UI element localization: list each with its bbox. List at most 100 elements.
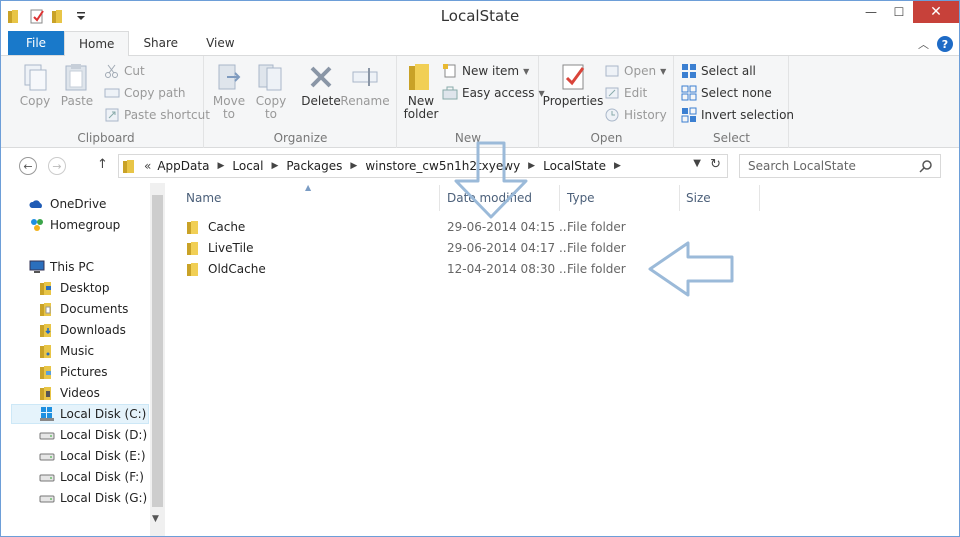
nav-item-pictures[interactable]: Pictures xyxy=(39,362,108,382)
nav-item-documents[interactable]: Documents xyxy=(39,299,128,319)
move-to-label: Move to xyxy=(212,94,246,121)
nav-label: Pictures xyxy=(60,365,108,379)
chevron-right-icon[interactable]: ▶ xyxy=(614,161,621,171)
copy-path-button[interactable]: Copy path xyxy=(104,83,186,103)
annotation-down-arrow-icon xyxy=(454,141,528,219)
file-type: File folder xyxy=(567,219,626,234)
search-box[interactable]: Search LocalState xyxy=(739,154,941,178)
search-input[interactable]: Search LocalState xyxy=(748,159,856,173)
nav-item-local-disk-f[interactable]: Local Disk (F:) xyxy=(39,467,144,487)
nav-scrollbar-thumb[interactable] xyxy=(152,195,163,507)
column-divider[interactable] xyxy=(679,185,680,211)
tab-home[interactable]: Home xyxy=(64,31,130,56)
delete-x-icon xyxy=(310,66,332,88)
copy-button[interactable]: Copy xyxy=(13,61,57,108)
maximize-button[interactable]: ☐ xyxy=(885,1,913,23)
this-pc-icon xyxy=(29,260,45,273)
minimize-button[interactable]: — xyxy=(857,1,885,23)
open-button[interactable]: Open ▼ xyxy=(604,61,666,81)
breadcrumb-overflow[interactable]: « xyxy=(144,159,151,173)
select-all-label: Select all xyxy=(701,64,756,78)
rename-icon xyxy=(352,68,378,86)
history-button[interactable]: History xyxy=(604,105,667,125)
forward-button[interactable]: → xyxy=(48,157,66,175)
help-icon[interactable]: ? xyxy=(937,36,953,52)
nav-item-videos[interactable]: Videos xyxy=(39,383,100,403)
tab-view[interactable]: View xyxy=(192,31,248,55)
move-to-button[interactable]: Move to xyxy=(207,61,251,121)
column-header-size[interactable]: Size xyxy=(686,191,711,205)
nav-item-this-pc[interactable]: This PC xyxy=(29,257,94,277)
nav-item-music[interactable]: Music xyxy=(39,341,94,361)
chevron-right-icon[interactable]: ▶ xyxy=(350,161,357,171)
nav-label: Local Disk (D:) xyxy=(60,428,148,442)
file-name-cell: LiveTile xyxy=(186,240,254,256)
chevron-right-icon[interactable]: ▶ xyxy=(271,161,278,171)
back-button[interactable]: ← xyxy=(19,157,37,175)
nav-label: Music xyxy=(60,344,95,358)
drive-icon xyxy=(39,432,55,440)
nav-label: Local Disk (E:) xyxy=(60,449,146,463)
new-item-button[interactable]: New item ▼ xyxy=(442,61,529,81)
column-header-name[interactable]: Name xyxy=(186,191,221,205)
select-all-button[interactable]: Select all xyxy=(681,61,756,81)
breadcrumb-local[interactable]: Local xyxy=(232,159,263,173)
select-none-button[interactable]: Select none xyxy=(681,83,772,103)
address-dropdown-icon[interactable]: ▼ xyxy=(693,158,701,169)
column-header-type[interactable]: Type xyxy=(567,191,595,205)
breadcrumb-localstate[interactable]: LocalState xyxy=(543,159,606,173)
folder-icon xyxy=(187,220,198,234)
dropdown-arrow-icon: ▼ xyxy=(660,66,667,76)
delete-button[interactable]: Delete xyxy=(299,61,343,108)
nav-item-onedrive[interactable]: OneDrive xyxy=(29,194,106,214)
tab-file[interactable]: File xyxy=(8,31,64,55)
open-group: Properties Open ▼ Edit History Open xyxy=(540,56,674,148)
nav-label: OneDrive xyxy=(50,197,107,211)
invert-selection-button[interactable]: Invert selection xyxy=(681,105,794,125)
cut-button[interactable]: Cut xyxy=(104,61,145,81)
nav-item-local-disk-c[interactable]: Local Disk (C:) xyxy=(11,404,149,424)
column-divider[interactable] xyxy=(759,185,760,211)
file-type: File folder xyxy=(567,261,626,276)
copy-to-button[interactable]: Copy to xyxy=(249,61,293,121)
nav-item-downloads[interactable]: Downloads xyxy=(39,320,126,340)
scissors-icon xyxy=(105,64,118,78)
paste-button[interactable]: Paste xyxy=(55,61,99,108)
up-arrow-icon: ↑ xyxy=(97,157,108,172)
file-name: OldCache xyxy=(208,261,266,276)
folder-icon xyxy=(40,366,51,379)
ribbon: Copy Paste Cut Copy path Paste shortcut … xyxy=(1,56,959,148)
chevron-up-icon[interactable]: ︿ xyxy=(918,36,929,52)
breadcrumb-appdata[interactable]: AppData xyxy=(157,159,209,173)
column-divider[interactable] xyxy=(559,185,560,211)
close-button[interactable]: ✕ xyxy=(913,1,959,23)
address-bar[interactable]: « AppData ▶ Local ▶ Packages ▶ winstore_… xyxy=(118,154,728,178)
nav-item-local-disk-e[interactable]: Local Disk (E:) xyxy=(39,446,146,466)
column-divider[interactable] xyxy=(439,185,440,211)
nav-item-local-disk-g[interactable]: Local Disk (G:) xyxy=(39,488,147,508)
tab-share[interactable]: Share xyxy=(129,31,192,55)
dropdown-arrow-icon: ▼ xyxy=(523,66,530,76)
properties-button[interactable]: Properties xyxy=(543,61,603,108)
nav-item-desktop[interactable]: Desktop xyxy=(39,278,110,298)
open-label: Open xyxy=(624,64,657,78)
paste-shortcut-button[interactable]: Paste shortcut xyxy=(104,105,210,125)
nav-item-local-disk-d[interactable]: Local Disk (D:) xyxy=(39,425,147,445)
edit-button[interactable]: Edit xyxy=(604,83,647,103)
easy-access-button[interactable]: Easy access ▼ xyxy=(442,83,545,103)
refresh-icon[interactable]: ↻ xyxy=(710,157,721,172)
new-folder-label: New folder xyxy=(403,94,439,121)
breadcrumb-packages[interactable]: Packages xyxy=(286,159,342,173)
chevron-right-icon[interactable]: ▶ xyxy=(217,161,224,171)
nav-label: Local Disk (C:) xyxy=(60,407,147,421)
up-button[interactable]: ↑ xyxy=(97,157,108,172)
nav-item-homegroup[interactable]: Homegroup xyxy=(29,215,120,235)
rename-button[interactable]: Rename xyxy=(340,61,390,108)
nav-label: Videos xyxy=(60,386,100,400)
nav-label: Desktop xyxy=(60,281,110,295)
properties-icon xyxy=(562,64,585,90)
search-icon[interactable] xyxy=(919,159,933,173)
new-folder-button[interactable]: New folder xyxy=(399,61,443,121)
scroll-down-icon[interactable]: ▼ xyxy=(152,514,159,524)
properties-label: Properties xyxy=(542,94,604,108)
